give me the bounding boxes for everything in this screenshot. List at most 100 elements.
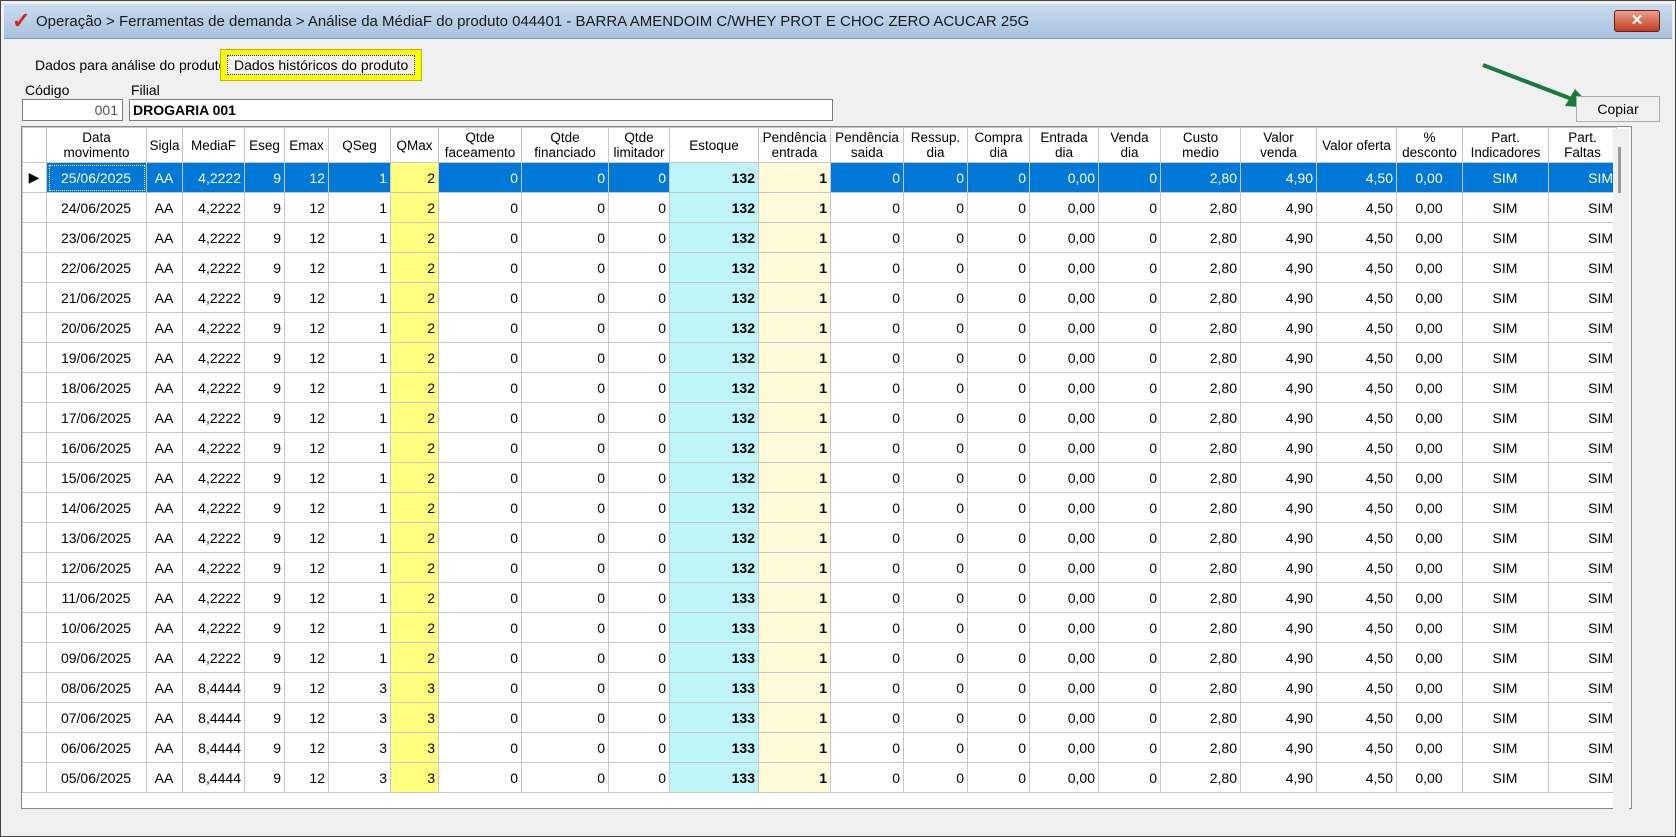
table-cell[interactable]: 0 [521, 192, 609, 223]
table-row[interactable]: 23/06/2025 AA 4,2222 9 12 1 2 0 0 0 132 1 0 0 0 0,00 0 2,… [22, 222, 1617, 253]
table-cell[interactable]: 0 [967, 702, 1030, 733]
table-cell[interactable]: 0 [903, 732, 968, 763]
table-cell[interactable]: AA [146, 612, 183, 643]
table-cell[interactable]: 3 [390, 702, 439, 733]
column-header[interactable]: Qtde financiado [521, 127, 609, 163]
table-cell[interactable]: 0 [967, 732, 1030, 763]
table-cell[interactable]: 2 [390, 612, 439, 643]
table-cell[interactable]: 4,50 [1316, 762, 1397, 793]
table-cell[interactable]: 133 [669, 762, 759, 793]
table-cell[interactable]: 1 [758, 552, 831, 583]
table-cell[interactable]: AA [146, 372, 183, 403]
table-cell[interactable]: 132 [669, 432, 759, 463]
table-cell[interactable]: 0 [903, 582, 968, 613]
table-cell[interactable]: 12 [284, 762, 329, 793]
table-cell[interactable]: 1 [328, 342, 391, 373]
table-cell[interactable]: AA [146, 732, 183, 763]
table-cell[interactable]: 11/06/2025 [46, 582, 147, 613]
table-cell[interactable]: 0 [438, 492, 522, 523]
table-cell[interactable]: 4,90 [1240, 672, 1317, 703]
table-cell[interactable]: 0 [1098, 282, 1161, 313]
table-cell[interactable]: 3 [390, 762, 439, 793]
table-cell[interactable]: 2 [390, 552, 439, 583]
column-header[interactable]: Part. Indicadores [1462, 127, 1549, 163]
table-cell[interactable]: 4,50 [1316, 582, 1397, 613]
table-cell[interactable]: SIM [1462, 312, 1549, 343]
table-cell[interactable]: AA [146, 492, 183, 523]
column-header[interactable]: MediaF [182, 127, 245, 163]
column-header[interactable]: Custo medio [1160, 127, 1241, 163]
table-cell[interactable]: 132 [669, 222, 759, 253]
table-cell[interactable]: SIM [1548, 492, 1617, 523]
table-cell[interactable]: 0 [903, 672, 968, 703]
table-cell[interactable]: 4,50 [1316, 732, 1397, 763]
table-cell[interactable]: 0 [608, 552, 670, 583]
table-cell[interactable]: 0,00 [1029, 222, 1099, 253]
table-cell[interactable]: 0 [438, 732, 522, 763]
table-cell[interactable]: 21/06/2025 [46, 282, 147, 313]
table-cell[interactable]: 0 [1098, 252, 1161, 283]
table-cell[interactable]: 0 [438, 282, 522, 313]
table-cell[interactable]: 2 [390, 342, 439, 373]
table-cell[interactable]: 4,2222 [182, 222, 245, 253]
table-cell[interactable]: 0 [608, 282, 670, 313]
table-cell[interactable]: 132 [669, 522, 759, 553]
table-cell[interactable]: 0 [521, 612, 609, 643]
column-header[interactable]: Estoque [669, 127, 759, 163]
table-cell[interactable]: 0,00 [1029, 702, 1099, 733]
table-cell[interactable]: 1 [758, 342, 831, 373]
row-indicator[interactable] [22, 522, 47, 553]
table-cell[interactable]: SIM [1462, 162, 1549, 193]
row-indicator[interactable] [22, 702, 47, 733]
table-cell[interactable]: 2,80 [1160, 462, 1241, 493]
table-row[interactable]: 09/06/2025 AA 4,2222 9 12 1 2 0 0 0 133 1 0 0 0 0,00 0 2,… [22, 642, 1617, 673]
table-cell[interactable]: 9 [244, 552, 285, 583]
table-cell[interactable]: 15/06/2025 [46, 462, 147, 493]
table-cell[interactable]: 0,00 [1029, 672, 1099, 703]
table-cell[interactable]: 2,80 [1160, 282, 1241, 313]
copiar-button[interactable]: Copiar [1576, 96, 1660, 122]
table-cell[interactable]: 25/06/2025 [46, 162, 147, 193]
vertical-scrollbar[interactable] [1613, 129, 1629, 809]
table-cell[interactable]: 1 [758, 642, 831, 673]
table-cell[interactable]: 9 [244, 672, 285, 703]
table-cell[interactable]: 4,2222 [182, 402, 245, 433]
table-cell[interactable]: 2 [390, 642, 439, 673]
table-cell[interactable]: 0 [903, 192, 968, 223]
table-cell[interactable]: 0 [438, 702, 522, 733]
table-cell[interactable]: 8,4444 [182, 672, 245, 703]
table-cell[interactable]: 133 [669, 702, 759, 733]
table-cell[interactable]: SIM [1462, 732, 1549, 763]
table-cell[interactable]: 0,00 [1029, 642, 1099, 673]
table-cell[interactable]: 4,2222 [182, 642, 245, 673]
table-cell[interactable]: 0 [903, 642, 968, 673]
column-header[interactable]: Compra dia [967, 127, 1030, 163]
table-cell[interactable]: 0 [903, 312, 968, 343]
table-cell[interactable]: 0,00 [1396, 552, 1463, 583]
table-cell[interactable]: 4,90 [1240, 282, 1317, 313]
table-cell[interactable]: AA [146, 762, 183, 793]
table-cell[interactable]: 2,80 [1160, 732, 1241, 763]
table-cell[interactable]: 1 [758, 522, 831, 553]
row-indicator[interactable] [22, 252, 47, 283]
table-cell[interactable]: 13/06/2025 [46, 522, 147, 553]
table-cell[interactable]: 4,90 [1240, 582, 1317, 613]
table-cell[interactable]: 2,80 [1160, 672, 1241, 703]
table-cell[interactable]: SIM [1548, 672, 1617, 703]
table-cell[interactable]: 3 [328, 762, 391, 793]
table-cell[interactable]: 4,90 [1240, 192, 1317, 223]
table-cell[interactable]: 12 [284, 462, 329, 493]
table-cell[interactable]: 0 [830, 552, 904, 583]
table-cell[interactable]: 2,80 [1160, 582, 1241, 613]
table-cell[interactable]: 0 [521, 222, 609, 253]
column-header[interactable]: Venda dia [1098, 127, 1161, 163]
table-cell[interactable]: 1 [758, 462, 831, 493]
table-cell[interactable]: 4,2222 [182, 432, 245, 463]
table-cell[interactable]: 12 [284, 282, 329, 313]
table-cell[interactable]: 4,50 [1316, 312, 1397, 343]
table-cell[interactable]: SIM [1462, 462, 1549, 493]
table-cell[interactable]: 2 [390, 522, 439, 553]
table-cell[interactable]: 0 [830, 672, 904, 703]
table-cell[interactable]: 0,00 [1396, 162, 1463, 193]
table-cell[interactable]: AA [146, 222, 183, 253]
